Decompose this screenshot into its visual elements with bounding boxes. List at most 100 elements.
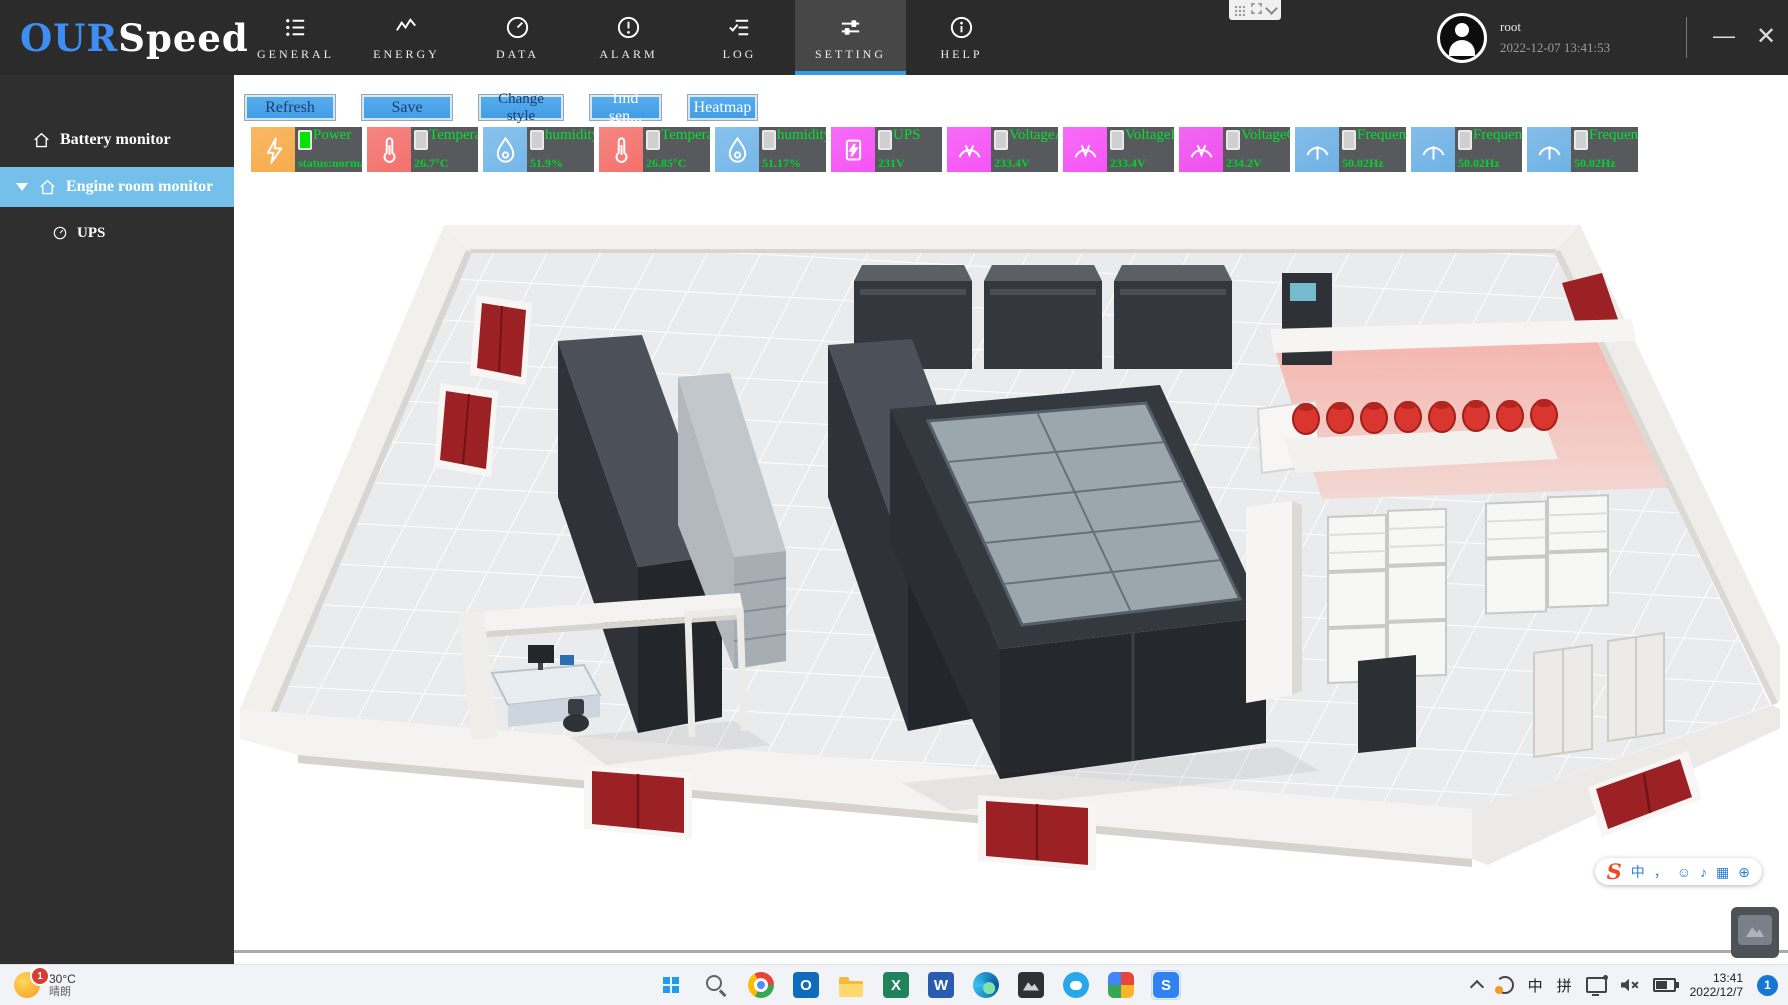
tray-clock[interactable]: 13:41 2022/12/7 [1690, 971, 1743, 999]
sensor-tile[interactable]: Power status:normal [251, 127, 362, 172]
sidebar-item-label: UPS [77, 225, 105, 242]
nav-tab-energy[interactable]: ENERGY [351, 0, 462, 75]
titlebar: OURSpeed GENERAL ENERGY DATA ALARM LOG S… [0, 0, 1788, 75]
sogou-logo-icon[interactable]: S [1607, 861, 1622, 882]
sensor-tile[interactable]: humidity1 51.9% [483, 127, 594, 172]
sidebar-item-label: Battery monitor [60, 131, 171, 149]
sidebar-item-engine-room-monitor[interactable]: Engine room monitor [0, 167, 234, 207]
user-info[interactable]: root 2022-12-07 13:41:53 [1437, 13, 1610, 63]
sensor-tile[interactable]: humidity2 51.17% [715, 127, 826, 172]
nav-tab-alarm[interactable]: ALARM [573, 0, 684, 75]
refresh-button[interactable]: Refresh [244, 94, 336, 121]
taskbar-app-sogou[interactable]: S [1151, 970, 1181, 1000]
logo-part1: OUR [20, 16, 118, 60]
sensor-tile[interactable]: VoltageB 233.4V [1063, 127, 1174, 172]
sensor-label: Power [313, 127, 351, 144]
sogou-tool-icon[interactable]: ▦ [1716, 865, 1729, 879]
taskbar-app-excel[interactable]: X [881, 970, 911, 1000]
engine-room-3d-view[interactable] [240, 225, 1780, 875]
taskbar-app-photos[interactable] [1106, 970, 1136, 1000]
logo-part2: Speed [118, 16, 249, 60]
sensor-value: 233.4V [994, 156, 1030, 171]
sensor-label: VoltageC [1241, 127, 1290, 144]
sensor-icon [715, 127, 759, 172]
sensor-tile[interactable]: VoltageA 233.4V [947, 127, 1058, 172]
sensor-icon [367, 127, 411, 172]
sensor-icon [1527, 127, 1571, 172]
heatmap-button[interactable]: Heatmap [687, 94, 758, 121]
ime-chinese-indicator[interactable]: 中 [1528, 975, 1543, 996]
sensor-label: VoltageA [1009, 127, 1058, 144]
sensor-label: Tempera [661, 127, 710, 144]
taskbar-app-messenger[interactable] [1061, 970, 1091, 1000]
nav-tab-log[interactable]: LOG [684, 0, 795, 75]
taskbar-app-search[interactable] [701, 970, 731, 1000]
sensor-value: 50.02Hz [1342, 156, 1384, 171]
sogou-input-toolbar[interactable]: S 中 ， ☺ ♪ ▦ ⊕ [1595, 858, 1762, 885]
save-button[interactable]: Save [361, 94, 453, 121]
ime-pinyin-indicator[interactable]: 拼 [1557, 975, 1572, 996]
nav-tab-label: ALARM [599, 47, 657, 62]
sidebar-item-icon [52, 225, 68, 241]
taskbar-app-edge[interactable] [971, 970, 1001, 1000]
dark-rack-right [1358, 655, 1416, 753]
taskbar-app-folder[interactable] [836, 970, 866, 1000]
content-scrollbar[interactable] [234, 950, 1788, 953]
sensor-status-chip [1574, 130, 1588, 150]
notification-badge[interactable]: 1 [1757, 975, 1778, 996]
sensor-status-chip [878, 130, 892, 150]
chevron-down-icon[interactable] [1265, 2, 1278, 15]
nav-tab-help[interactable]: HELP [906, 0, 1017, 75]
sensor-label: Frequenc [1357, 127, 1406, 144]
nav-tab-general[interactable]: GENERAL [240, 0, 351, 75]
expand-icon[interactable] [1251, 1, 1262, 19]
floating-capture-widget[interactable] [1731, 907, 1779, 958]
login-timestamp: 2022-12-07 13:41:53 [1500, 40, 1610, 56]
folder-icon [839, 981, 863, 997]
sensor-status-chip [1110, 130, 1124, 150]
sensor-status-chip [298, 130, 312, 150]
nav-tab-label: DATA [496, 47, 539, 62]
taskbar-app-chrome[interactable] [746, 970, 776, 1000]
sidebar-item-ups[interactable]: UPS [0, 217, 234, 249]
taskbar-app-word[interactable]: W [926, 970, 956, 1000]
find-sen-button[interactable]: find sen... [589, 94, 662, 121]
sidebar-item-label: Engine room monitor [66, 178, 213, 196]
sogou-tool-icon[interactable]: ⊕ [1738, 865, 1750, 879]
minimize-button[interactable]: — [1706, 20, 1742, 52]
sensor-tile[interactable]: Frequenc 50.02Hz [1295, 127, 1406, 172]
sensor-label: humidity1 [545, 127, 594, 144]
display-pen-icon[interactable] [1586, 977, 1607, 993]
tray-chevron-up-icon[interactable] [1470, 980, 1484, 994]
sensor-tile[interactable]: Tempera 26.85°C [599, 127, 710, 172]
taskbar-weather-widget[interactable]: 1 30°C 晴朗 [14, 965, 76, 1005]
taskbar-app-outlook[interactable]: O [791, 970, 821, 1000]
battery-icon[interactable] [1653, 978, 1676, 992]
sogou-tool-icon[interactable]: ， [1654, 865, 1668, 879]
nav-tab-data[interactable]: DATA [462, 0, 573, 75]
screen-capture-widget[interactable] [1229, 0, 1281, 20]
username: root [1500, 19, 1610, 35]
taskbar-app-photo-viewer[interactable] [1016, 970, 1046, 1000]
taskbar-app-windows-start[interactable] [656, 970, 686, 1000]
sensor-tile[interactable]: Frequenc 50.02Hz [1411, 127, 1522, 172]
sogou-tool-icon[interactable]: ♪ [1700, 865, 1707, 879]
nav-tab-label: LOG [723, 47, 757, 62]
sidebar: Battery monitor Engine room monitor UPS [0, 75, 234, 965]
word-icon: W [928, 972, 954, 998]
sensor-tile[interactable]: Tempera 26.7°C [367, 127, 478, 172]
change-style-button[interactable]: Change style [478, 94, 564, 121]
content-area: Refresh Save Change style find sen... Heatma… [234, 75, 1788, 965]
sidebar-item-battery-monitor[interactable]: Battery monitor [0, 121, 234, 159]
volume-muted-icon[interactable] [1621, 978, 1639, 992]
nav-tab-setting[interactable]: SETTING [795, 0, 906, 75]
weather-temp: 30°C [49, 972, 76, 986]
sensor-tile[interactable]: VoltageC 234.2V [1179, 127, 1290, 172]
nav-tab-icon [282, 14, 309, 41]
sogou-tool-icon[interactable]: ☺ [1677, 865, 1691, 879]
sensor-tile[interactable]: UPS 231V [831, 127, 942, 172]
sogou-tool-icon[interactable]: 中 [1631, 865, 1645, 879]
sensor-tile[interactable]: Frequenc 50.02Hz [1527, 127, 1638, 172]
close-button[interactable]: ✕ [1748, 20, 1784, 52]
sync-icon[interactable] [1496, 976, 1514, 994]
